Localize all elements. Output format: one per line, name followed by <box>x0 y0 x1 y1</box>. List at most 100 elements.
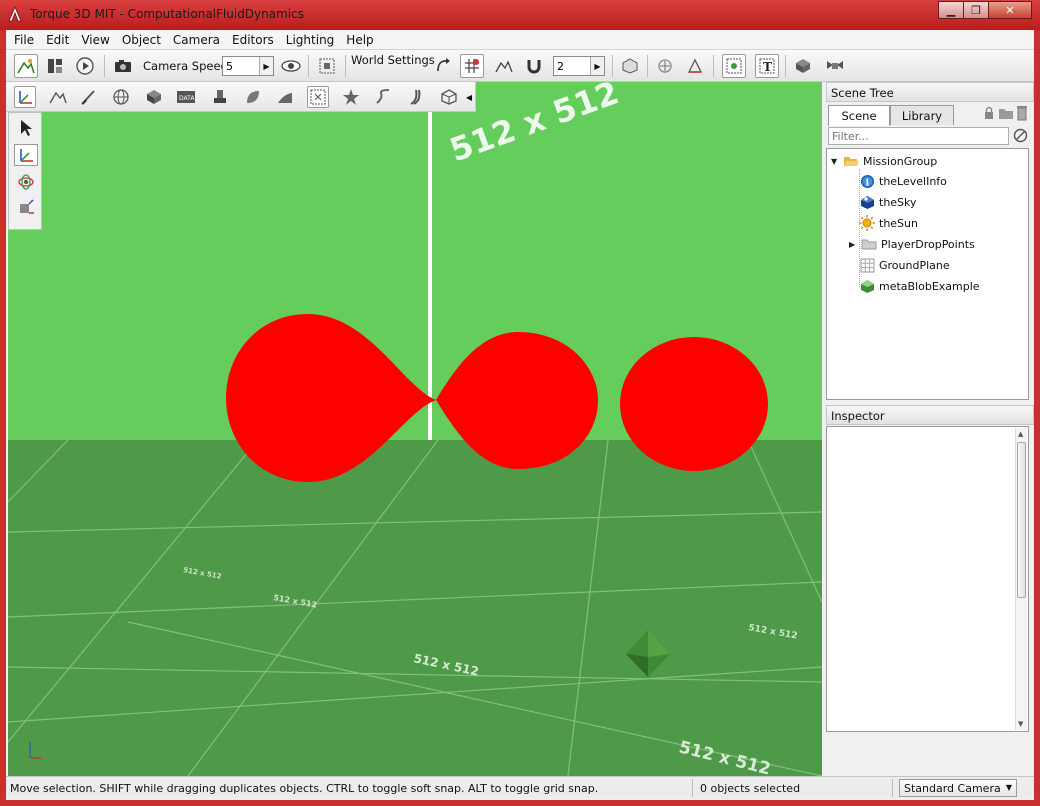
palette-stamp-button[interactable] <box>209 86 231 108</box>
tree-item-label: PlayerDropPoints <box>881 237 975 251</box>
camera-speed-label: Camera Speed <box>143 59 228 73</box>
axis-gizmo-button[interactable] <box>683 54 707 78</box>
tree-item-thelevelinfo[interactable]: i theLevelInfo <box>859 171 947 191</box>
menu-camera[interactable]: Camera <box>167 33 226 47</box>
tree-item-metablobexample[interactable]: metaBlobExample <box>859 276 980 296</box>
chevron-down-icon: ▼ <box>1005 783 1012 792</box>
tree-item-label: GroundPlane <box>879 258 950 272</box>
select-tool-button[interactable] <box>14 117 38 139</box>
scene-render[interactable]: 512 x 512 512 x 512 512 x 512 512 x 512 … <box>8 82 822 776</box>
palette-brush-button[interactable] <box>78 86 100 108</box>
move-tool-button[interactable] <box>14 144 38 166</box>
rotate-tool-button[interactable] <box>14 171 38 193</box>
tree-item-label: metaBlobExample <box>879 279 980 293</box>
shape-editor-button[interactable] <box>791 54 815 78</box>
meta-blob-right[interactable] <box>620 337 768 471</box>
palette-foliage-button[interactable] <box>242 86 264 108</box>
camera-speed-stepper-icon[interactable]: ▶ <box>259 57 273 75</box>
menu-help[interactable]: Help <box>340 33 379 47</box>
play-icon <box>76 57 94 75</box>
grid-size-field[interactable]: ▶ <box>553 56 605 76</box>
camera-mode-value: Standard Camera <box>904 782 1001 795</box>
snap-rotation-button[interactable] <box>432 54 456 78</box>
snapshot-button[interactable] <box>315 54 339 78</box>
magnet-icon <box>527 60 541 74</box>
scene-filter-field[interactable] <box>828 127 1009 145</box>
camera-button[interactable] <box>111 54 135 78</box>
play-game-button[interactable] <box>73 54 97 78</box>
grid-size-stepper-icon[interactable]: ▶ <box>590 57 604 75</box>
palette-road-button[interactable] <box>406 86 428 108</box>
palette-globe-button[interactable] <box>110 86 132 108</box>
menu-view[interactable]: View <box>75 33 115 47</box>
visibility-button[interactable] <box>279 54 303 78</box>
palette-trigger-button[interactable] <box>307 86 329 108</box>
menu-edit[interactable]: Edit <box>40 33 75 47</box>
tree-item-missiongroup[interactable]: ▼ MissionGroup <box>831 151 937 171</box>
magnet-snap-button[interactable] <box>522 54 546 78</box>
palette-ramp-button[interactable] <box>274 86 296 108</box>
grid-size-input[interactable] <box>554 57 590 75</box>
palette-river-button[interactable] <box>373 86 395 108</box>
world-settings-label[interactable]: World Settings <box>351 53 435 67</box>
inspector-scrollbar[interactable]: ▲ ▼ <box>1015 428 1027 730</box>
scale-tool-button[interactable] <box>14 197 38 219</box>
folder-icon <box>861 239 877 250</box>
palette-particle-button[interactable] <box>340 86 362 108</box>
tab-library[interactable]: Library <box>890 105 954 125</box>
object-palette: DATA ◀ <box>6 82 476 112</box>
world-editor-button[interactable] <box>14 54 38 78</box>
drop-at-button[interactable] <box>653 54 677 78</box>
object-text-button[interactable]: T <box>755 54 779 78</box>
scrollbar-thumb[interactable] <box>1017 442 1026 598</box>
scene-filter-input[interactable] <box>829 128 999 144</box>
new-folder-icon[interactable] <box>998 106 1014 120</box>
clear-filter-icon[interactable] <box>1013 128 1028 143</box>
tree-item-playerdroppoints[interactable]: ▶ PlayerDropPoints <box>849 234 975 254</box>
delete-icon[interactable] <box>1016 105 1028 121</box>
terrain-snap-button[interactable] <box>492 54 516 78</box>
title-bar: Torque 3D MIT - ComputationalFluidDynami… <box>0 0 1040 30</box>
minimize-button[interactable]: ▁ <box>938 1 964 19</box>
expanded-arrow-icon[interactable]: ▼ <box>831 157 841 166</box>
collapsed-arrow-icon[interactable]: ▶ <box>849 240 859 249</box>
camera-mode-select[interactable]: Standard Camera ▼ <box>899 779 1017 797</box>
menu-lighting[interactable]: Lighting <box>280 33 341 47</box>
grid-snap-icon <box>465 59 479 73</box>
move-gizmo-icon <box>20 149 33 162</box>
menu-editors[interactable]: Editors <box>226 33 280 47</box>
svg-text:i: i <box>865 178 869 188</box>
menu-object[interactable]: Object <box>116 33 167 47</box>
fullscreen-button[interactable] <box>823 54 847 78</box>
tree-item-thesun[interactable]: theSun <box>859 213 918 233</box>
palette-scroll-icon[interactable]: ◀ <box>464 86 474 108</box>
package-icon <box>796 59 810 73</box>
palette-move-button[interactable] <box>14 86 36 108</box>
camera-speed-field[interactable]: ▶ <box>222 56 274 76</box>
grid-snap-button[interactable] <box>460 54 484 78</box>
close-button[interactable]: ✕ <box>988 1 1032 19</box>
selection-box-button[interactable] <box>722 54 746 78</box>
tree-item-thesky[interactable]: theSky <box>859 192 917 212</box>
axis-gizmo-icon <box>687 58 703 73</box>
maximize-button[interactable]: ❐ <box>963 1 989 19</box>
inspector-header: Inspector <box>826 405 1034 425</box>
brush-icon <box>81 90 95 105</box>
mountain-icon <box>49 91 67 104</box>
camera-speed-input[interactable] <box>223 57 259 75</box>
lock-icon[interactable] <box>982 106 996 120</box>
selection-box-icon <box>726 58 742 74</box>
object-center-icon <box>622 58 638 74</box>
tab-scene[interactable]: Scene <box>828 105 890 126</box>
3d-viewport[interactable]: 512 x 512 512 x 512 512 x 512 512 x 512 … <box>8 82 822 776</box>
palette-mesh-button[interactable] <box>438 86 460 108</box>
object-center-button[interactable] <box>618 54 642 78</box>
palette-cube-button[interactable] <box>143 86 165 108</box>
menu-file[interactable]: File <box>8 33 40 47</box>
palette-terrain-button[interactable] <box>47 86 69 108</box>
tree-item-groundplane[interactable]: GroundPlane <box>859 255 950 275</box>
palette-data-button[interactable]: DATA <box>175 86 197 108</box>
gui-editor-button[interactable] <box>43 54 67 78</box>
leaf-icon <box>247 91 259 103</box>
snap-rotate-icon <box>437 58 450 72</box>
